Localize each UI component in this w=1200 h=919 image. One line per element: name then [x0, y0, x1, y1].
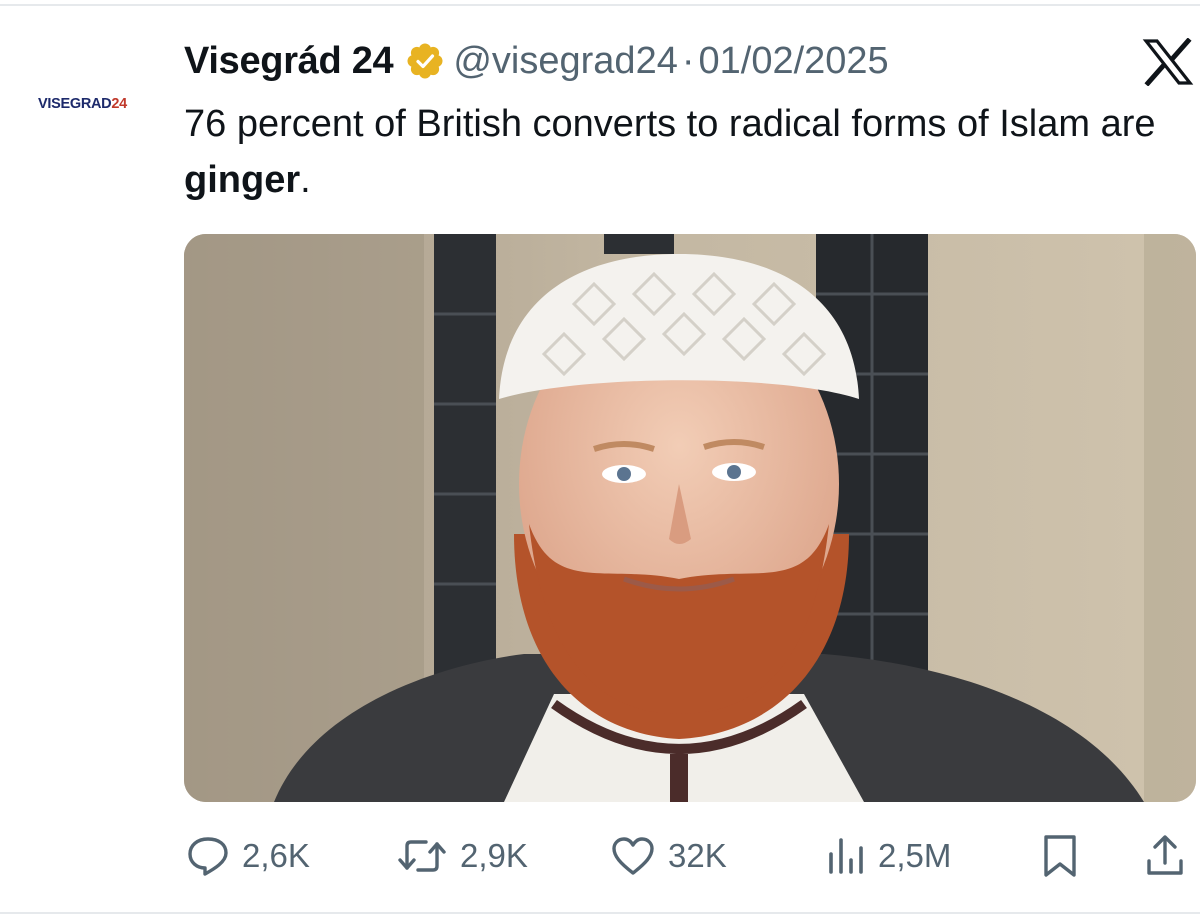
bookmark-button[interactable] [1040, 826, 1080, 886]
like-button[interactable]: 32K [610, 826, 727, 886]
verified-badge-icon[interactable] [405, 41, 445, 81]
heart-icon [612, 837, 654, 875]
tweet-text-emphasis: ginger [184, 159, 301, 201]
avatar-text-accent: 24 [111, 96, 127, 112]
tweet-date[interactable]: 01/02/2025 [699, 40, 889, 83]
author-handle[interactable]: @visegrad24 [453, 40, 677, 83]
like-count: 32K [668, 837, 727, 874]
x-logo-icon[interactable] [1142, 38, 1194, 86]
views-icon [829, 838, 863, 874]
views-count: 2,5M [878, 837, 952, 874]
author-name[interactable]: Visegrád 24 [184, 40, 394, 83]
share-button[interactable] [1144, 826, 1186, 886]
reply-count: 2,6K [242, 837, 310, 874]
avatar-text: VISEGRAD [38, 96, 112, 112]
retweet-icon [398, 840, 446, 872]
media-illustration [184, 234, 1196, 802]
retweet-button[interactable]: 2,9K [396, 826, 528, 886]
retweet-count: 2,9K [460, 837, 528, 874]
views-button[interactable]: 2,5M [826, 826, 951, 886]
tweet-actions: 2,6K 2,9K 32K 2,5M [0, 826, 1200, 886]
share-icon [1147, 835, 1183, 875]
header-separator: · [681, 39, 695, 82]
tweet-text: 76 percent of British converts to radica… [184, 96, 1184, 208]
tweet-header: Visegrád 24 @visegrad24 · 01/02/2025 [184, 36, 889, 86]
top-divider [0, 4, 1200, 6]
tweet-media-image[interactable] [184, 234, 1196, 802]
reply-icon [188, 837, 228, 876]
bottom-divider [0, 912, 1200, 914]
reply-button[interactable]: 2,6K [186, 826, 310, 886]
tweet-text-main: 76 percent of British converts to radica… [184, 103, 1156, 145]
bookmark-icon [1044, 835, 1076, 877]
avatar[interactable]: VISEGRAD 24 [38, 92, 150, 116]
tweet-text-end: . [300, 159, 311, 201]
